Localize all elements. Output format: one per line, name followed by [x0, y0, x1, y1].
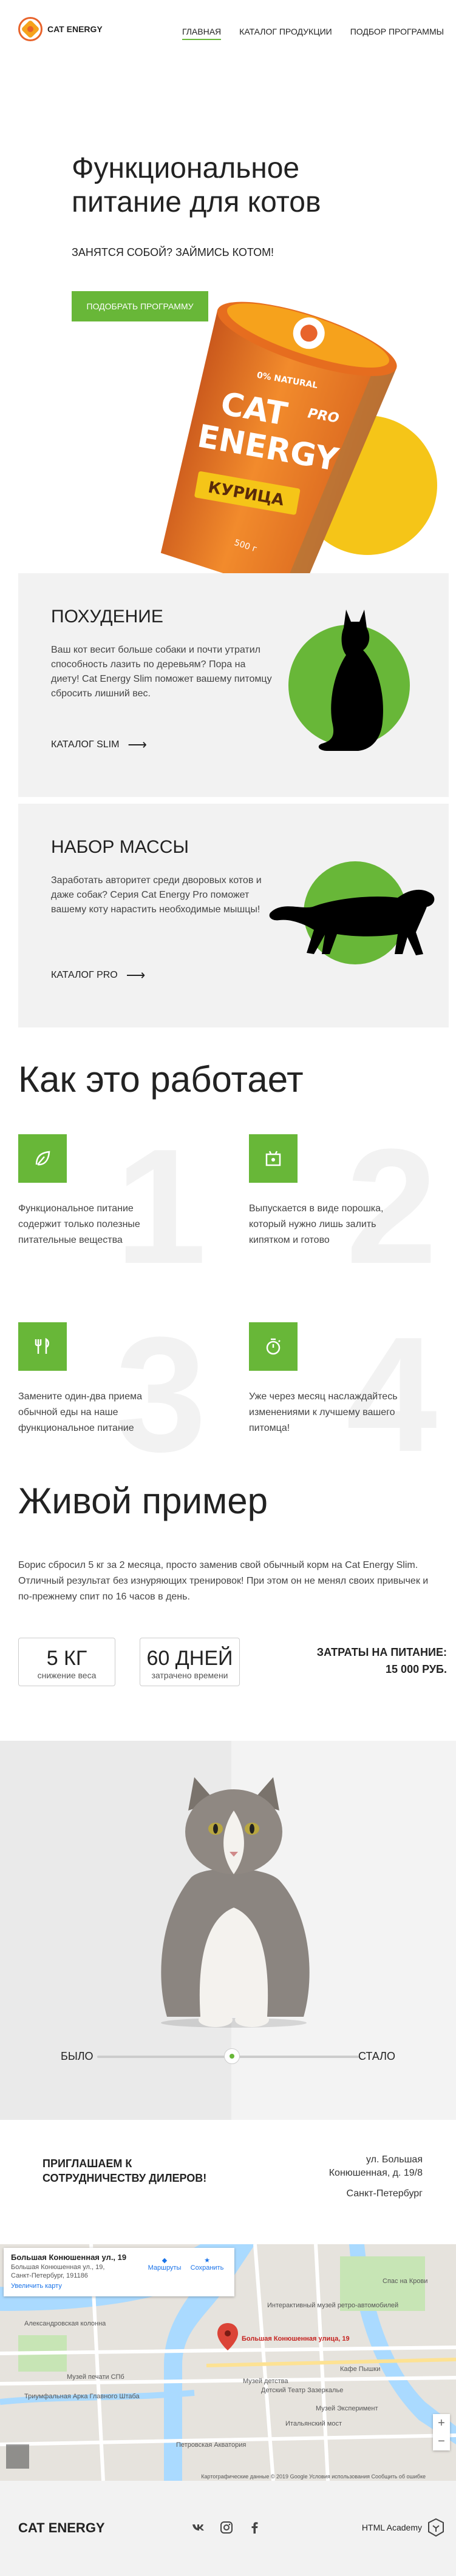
stat-value: 5 КГ	[46, 1647, 87, 1670]
vk-icon[interactable]	[191, 2520, 206, 2535]
how-it-works-title: Как это работает	[18, 1059, 304, 1100]
hero-subtitle: ЗАНЯТСЯ СОБОЙ? ЗАЙМИСЬ КОТОМ!	[72, 246, 274, 258]
logo-icon	[18, 17, 43, 41]
slider-thumb[interactable]	[224, 2048, 240, 2064]
before-after-area: БЫЛО СТАЛО	[0, 1741, 456, 2120]
package-icon	[249, 1134, 298, 1183]
htmlacademy-logo-icon	[428, 2518, 444, 2537]
map-label: Интерактивный музей ретро-автомобилей	[267, 2302, 399, 2309]
map-label: Итальянский мост	[285, 2420, 342, 2427]
nav-item-catalog[interactable]: КАТАЛОГ ПРОДУКЦИИ	[239, 27, 332, 40]
cat-photo	[161, 1777, 310, 2028]
nav-item-program[interactable]: ПОДБОР ПРОГРАММЫ	[350, 27, 444, 40]
stat-days: 60 ДНЕЙ затрачено времени	[140, 1638, 240, 1686]
before-after-slider: БЫЛО СТАЛО	[18, 2044, 438, 2068]
catalog-link-label: КАТАЛОГ SLIM	[51, 739, 120, 750]
slider-after-label: СТАЛО	[358, 2050, 395, 2062]
save-place-button[interactable]: ★ Сохранить	[186, 2256, 228, 2272]
catalog-link-label: КАТАЛОГ PRO	[51, 970, 118, 980]
arrow-right-icon: ⟶	[128, 737, 147, 752]
zoom-in-icon[interactable]: +	[433, 2414, 450, 2432]
hero-title-line1: Функциональное	[72, 152, 300, 184]
step-1: 1 Функциональное питание содержит только…	[18, 1125, 206, 1292]
timer-icon	[249, 1322, 298, 1371]
footer-logo[interactable]: CAT ENERGY	[18, 2520, 105, 2536]
nav-item-home[interactable]: ГЛАВНАЯ	[182, 27, 222, 40]
htmlacademy-link[interactable]: HTML Academy	[362, 2518, 444, 2537]
place-address: Большая Конюшенная ул., 19, Санкт-Петерб…	[11, 2264, 105, 2279]
stat-value: 60 ДНЕЙ	[146, 1647, 233, 1670]
slider-before-label: БЫЛО	[61, 2050, 94, 2062]
step-text: Выпускается в виде порошка, который нужн…	[249, 1203, 384, 1245]
logo-text: CAT ENERGY	[47, 24, 103, 34]
address-line2: Конюшенная, д. 19/8	[328, 2168, 423, 2178]
zoom-out-icon[interactable]: −	[433, 2432, 450, 2450]
map-label: Детский Театр Зазеркалье	[261, 2387, 344, 2394]
stat-label: затрачено времени	[151, 1670, 228, 1680]
step-text: Функциональное питание содержит только п…	[18, 1203, 140, 1245]
program-card-slim: ПОХУДЕНИЕ Ваш кот весит больше собаки и …	[18, 573, 449, 797]
map-label: Триумфальная Арка Главного Штаба	[24, 2393, 140, 2400]
product-jar-image: КУРИЦА CAT ENERGY PRO 0% NATURAL 500 г	[160, 301, 397, 603]
costs-value: 15 000 РУБ.	[386, 1663, 447, 1675]
address-city: Санкт-Петербург	[346, 2188, 423, 2199]
map-zoom-control[interactable]: + −	[433, 2414, 450, 2450]
step-3: 3 Замените один-два приема обычной еды н…	[18, 1313, 206, 1480]
leaf-icon	[18, 1134, 67, 1183]
stat-label: снижение веса	[37, 1670, 97, 1680]
partner-invitation: ПРИГЛАШАЕМ К СОТРУДНИЧЕСТВУ ДИЛЕРОВ!	[43, 2157, 207, 2184]
panther-silhouette	[269, 889, 435, 955]
step-text: Уже через месяц наслаждайтесь изменениям…	[249, 1391, 398, 1433]
map-label: Александровская колонна	[24, 2320, 106, 2327]
instagram-icon[interactable]	[219, 2520, 234, 2535]
fork-knife-icon	[18, 1322, 67, 1371]
program-title: ПОХУДЕНИЕ	[51, 607, 163, 627]
map-label: Музей Эксперимент	[316, 2405, 378, 2412]
hero-title-line2: питание для котов	[72, 186, 321, 218]
live-example-title: Живой пример	[18, 1481, 268, 1521]
step-text: Замените один-два приема обычной еды на …	[18, 1391, 143, 1433]
map-label: Музей печати СПб	[67, 2373, 124, 2381]
hero-title: Функциональное питание для котов	[72, 152, 412, 220]
route-label: Маршруты	[148, 2264, 182, 2272]
site-header: CAT ENERGY ГЛАВНАЯ КАТАЛОГ ПРОДУКЦИИ ПОД…	[0, 0, 456, 67]
save-label: Сохранить	[190, 2264, 224, 2272]
map-label: Петровская Акватория	[176, 2441, 247, 2449]
program-card-pro: НАБОР МАССЫ Заработать авторитет среди д…	[18, 804, 449, 1027]
catalog-slim-link[interactable]: КАТАЛОГ SLIM ⟶	[51, 737, 147, 753]
step-2: 2 Выпускается в виде порошка, который ну…	[249, 1125, 437, 1292]
logo[interactable]: CAT ENERGY	[18, 17, 103, 41]
arrow-right-icon: ⟶	[126, 967, 146, 983]
address-line1: ул. Большая	[366, 2154, 423, 2165]
academy-label: HTML Academy	[361, 2523, 422, 2532]
program-title: НАБОР МАССЫ	[51, 837, 189, 857]
sitting-cat-silhouette	[318, 610, 383, 751]
star-icon: ★	[204, 2257, 210, 2264]
catalog-pro-link[interactable]: КАТАЛОГ PRO ⟶	[51, 967, 145, 983]
site-footer: CAT ENERGY HTML Academy	[0, 2481, 456, 2576]
directions-icon: ◆	[162, 2257, 168, 2264]
live-example-text: Борис сбросил 5 кг за 2 месяца, просто з…	[18, 1560, 429, 1602]
program-text: Заработать авторитет среди дворовых кото…	[51, 875, 262, 915]
hero-section: Функциональное питание для котов ЗАНЯТСЯ…	[0, 67, 456, 603]
main-nav: ГЛАВНАЯ КАТАЛОГ ПРОДУКЦИИ ПОДБОР ПРОГРАМ…	[182, 27, 444, 40]
map-label: Музей детства	[243, 2378, 288, 2385]
google-map[interactable]: Большая Конюшенная ул., 19 Большая Конюш…	[0, 2244, 456, 2481]
program-text: Ваш кот весит больше собаки и почти утра…	[51, 645, 272, 699]
route-button[interactable]: ◆ Маршруты	[143, 2256, 186, 2272]
map-label: Кафе Пышки	[340, 2366, 381, 2373]
map-label: Спас на Крови	[383, 2278, 428, 2285]
map-credits: Картографические данные © 2019 Google Ус…	[201, 2473, 426, 2480]
social-links	[191, 2520, 262, 2535]
map-pin-label: Большая Конюшенная улица, 19	[242, 2335, 350, 2342]
map-place-card: Большая Конюшенная ул., 19 Большая Конюш…	[4, 2248, 234, 2296]
facebook-icon[interactable]	[247, 2520, 262, 2535]
step-4: 4 Уже через месяц наслаждайтесь изменени…	[249, 1313, 437, 1480]
costs-label: ЗАТРАТЫ НА ПИТАНИЕ:	[316, 1646, 447, 1658]
address: ул. Большая Конюшенная, д. 19/8 Санкт-Пе…	[301, 2153, 423, 2201]
costs-block: ЗАТРАТЫ НА ПИТАНИЕ: 15 000 РУБ.	[317, 1644, 447, 1678]
stat-weight: 5 КГ снижение веса	[18, 1638, 115, 1686]
enlarge-map-link[interactable]: Увеличить карту	[11, 2282, 227, 2290]
